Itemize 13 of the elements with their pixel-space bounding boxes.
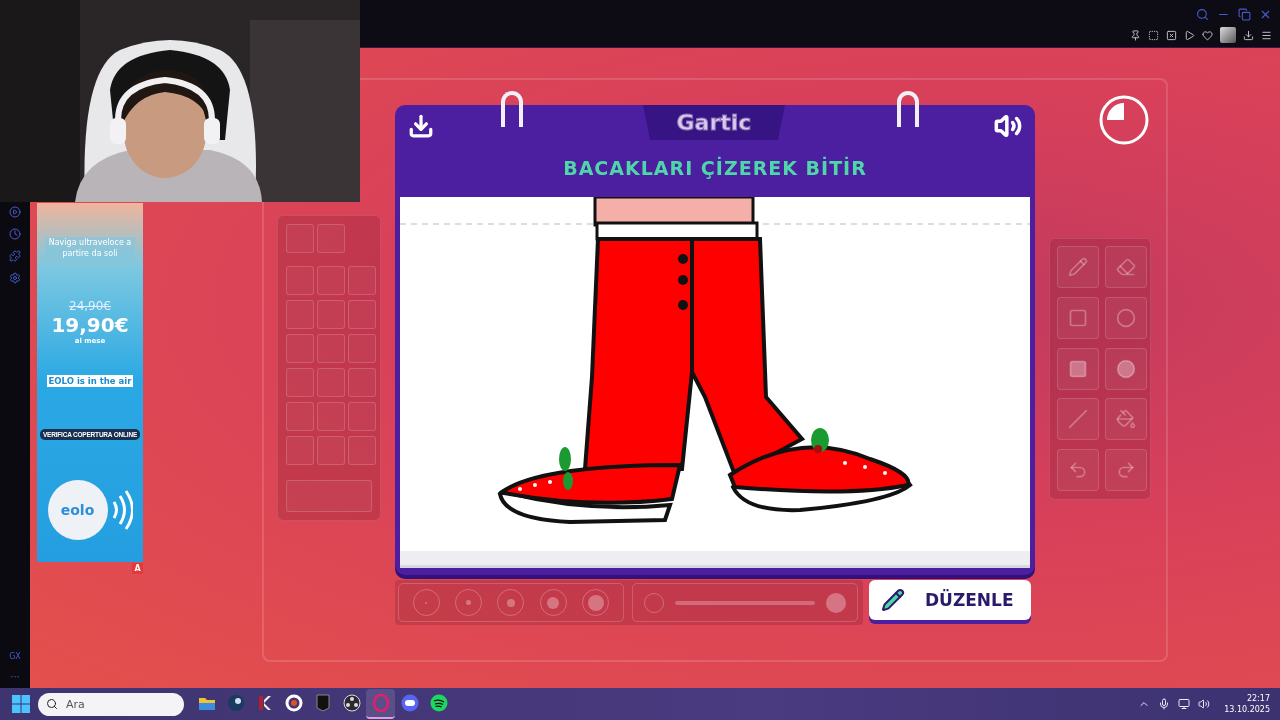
ad-price: 19,90€: [51, 313, 129, 337]
sidebar-label: GX: [9, 652, 21, 661]
ad-headline: Naviga ultraveloce a partire da soli: [45, 237, 135, 259]
clock-date: 13.10.2025: [1224, 704, 1270, 715]
search-field[interactable]: Ara: [38, 692, 184, 716]
game-logo: Gartic: [643, 105, 785, 140]
ad-slogan: EOLO is in the air: [46, 375, 134, 387]
ad-logo: eolo: [47, 480, 108, 540]
more-menu[interactable]: ···: [10, 671, 20, 682]
prompt-title: BACAKLARI ÇİZEREK BİTİR: [563, 157, 867, 179]
ad-badge[interactable]: A: [132, 563, 143, 574]
old-price: 24,90€: [69, 299, 111, 313]
clock-time: 22:17: [1246, 693, 1270, 704]
